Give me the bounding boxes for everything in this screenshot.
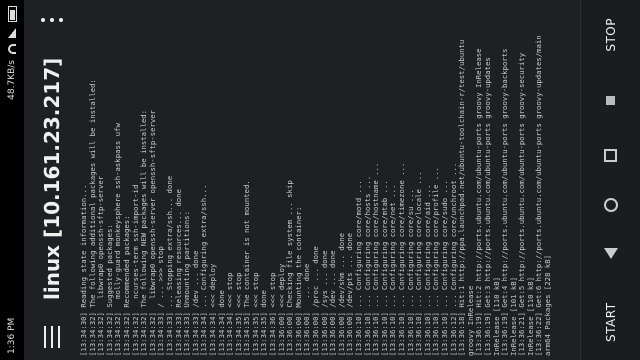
battery-icon [7, 6, 17, 22]
clock: 1:36 PM [7, 317, 17, 354]
stop-icon[interactable] [606, 95, 615, 105]
menu-icon[interactable] [44, 326, 60, 348]
app-bar: linux [10.161.23.217] [24, 0, 80, 360]
terminal-log[interactable]: [13:34:30] Reading state information...[… [80, 4, 580, 356]
start-button[interactable]: START [604, 302, 618, 342]
navigation-buttons [603, 148, 618, 259]
bottom-bar: START STOP [580, 0, 640, 360]
signal-icon [8, 28, 16, 38]
more-options-icon[interactable] [41, 12, 63, 28]
app-screen: 1:36 PM 48.7KB/s linux [10.161.23.217] [… [0, 0, 640, 360]
net-speed: 48.7KB/s [7, 60, 17, 100]
status-right: 48.7KB/s [7, 6, 17, 100]
recents-nav-icon[interactable] [604, 148, 617, 162]
home-nav-icon[interactable] [603, 197, 618, 212]
page-title: linux [10.161.23.217] [40, 57, 64, 300]
status-left: 1:36 PM [7, 318, 17, 354]
terminal-line: arm64 Packages [228 kB] [543, 254, 553, 356]
stop-button[interactable]: STOP [604, 18, 618, 52]
back-nav-icon[interactable] [603, 247, 618, 259]
wifi-icon [8, 44, 16, 54]
status-bar: 1:36 PM 48.7KB/s [0, 0, 24, 360]
